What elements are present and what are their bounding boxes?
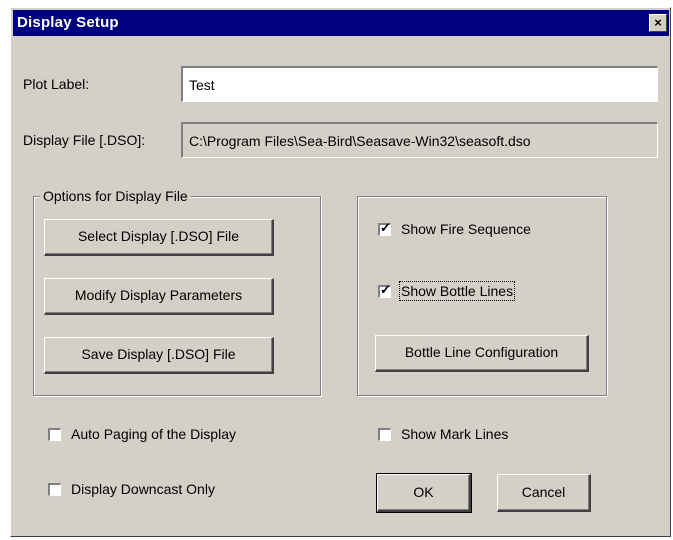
bottle-line-configuration-button[interactable]: Bottle Line Configuration: [375, 335, 589, 372]
options-group-title: Options for Display File: [40, 188, 191, 204]
auto-paging-checkbox[interactable]: Auto Paging of the Display: [48, 426, 236, 442]
checkmark-icon: ✓: [380, 281, 391, 297]
dialog-title: Display Setup: [17, 14, 119, 31]
show-mark-lines-label: Show Mark Lines: [401, 426, 509, 442]
display-setup-dialog: Display Setup × Plot Label: Test Display…: [10, 7, 671, 537]
show-mark-lines-checkbox[interactable]: Show Mark Lines: [378, 426, 508, 442]
checkbox-box[interactable]: [48, 427, 61, 441]
checkbox-box[interactable]: ✓: [378, 219, 391, 236]
cancel-button[interactable]: Cancel: [497, 474, 591, 512]
checkbox-box[interactable]: ✓: [378, 281, 391, 298]
plot-label-input[interactable]: Test: [181, 66, 658, 102]
checkbox-box[interactable]: [378, 427, 391, 441]
display-downcast-only-checkbox[interactable]: Display Downcast Only: [48, 481, 215, 497]
close-icon: ×: [654, 15, 662, 30]
plot-label-caption: Plot Label:: [23, 76, 90, 92]
display-file-path: C:\Program Files\Sea-Bird\Seasave-Win32\…: [181, 122, 658, 158]
modify-display-parameters-button[interactable]: Modify Display Parameters: [44, 278, 274, 315]
show-bottle-lines-label: Show Bottle Lines: [398, 281, 516, 301]
ok-button[interactable]: OK: [376, 473, 472, 513]
checkmark-icon: ✓: [380, 219, 391, 235]
show-bottle-lines-checkbox[interactable]: ✓ Show Bottle Lines: [378, 281, 516, 301]
select-display-file-button[interactable]: Select Display [.DSO] File: [44, 219, 274, 256]
show-fire-sequence-label: Show Fire Sequence: [401, 221, 531, 237]
title-bar[interactable]: Display Setup ×: [13, 10, 669, 36]
display-file-caption: Display File [.DSO]:: [23, 132, 146, 148]
close-button[interactable]: ×: [649, 14, 667, 32]
show-fire-sequence-checkbox[interactable]: ✓ Show Fire Sequence: [378, 219, 531, 237]
save-display-file-button[interactable]: Save Display [.DSO] File: [44, 337, 274, 374]
display-downcast-only-label: Display Downcast Only: [71, 481, 215, 497]
auto-paging-label: Auto Paging of the Display: [71, 426, 236, 442]
checkbox-box[interactable]: [48, 482, 61, 496]
